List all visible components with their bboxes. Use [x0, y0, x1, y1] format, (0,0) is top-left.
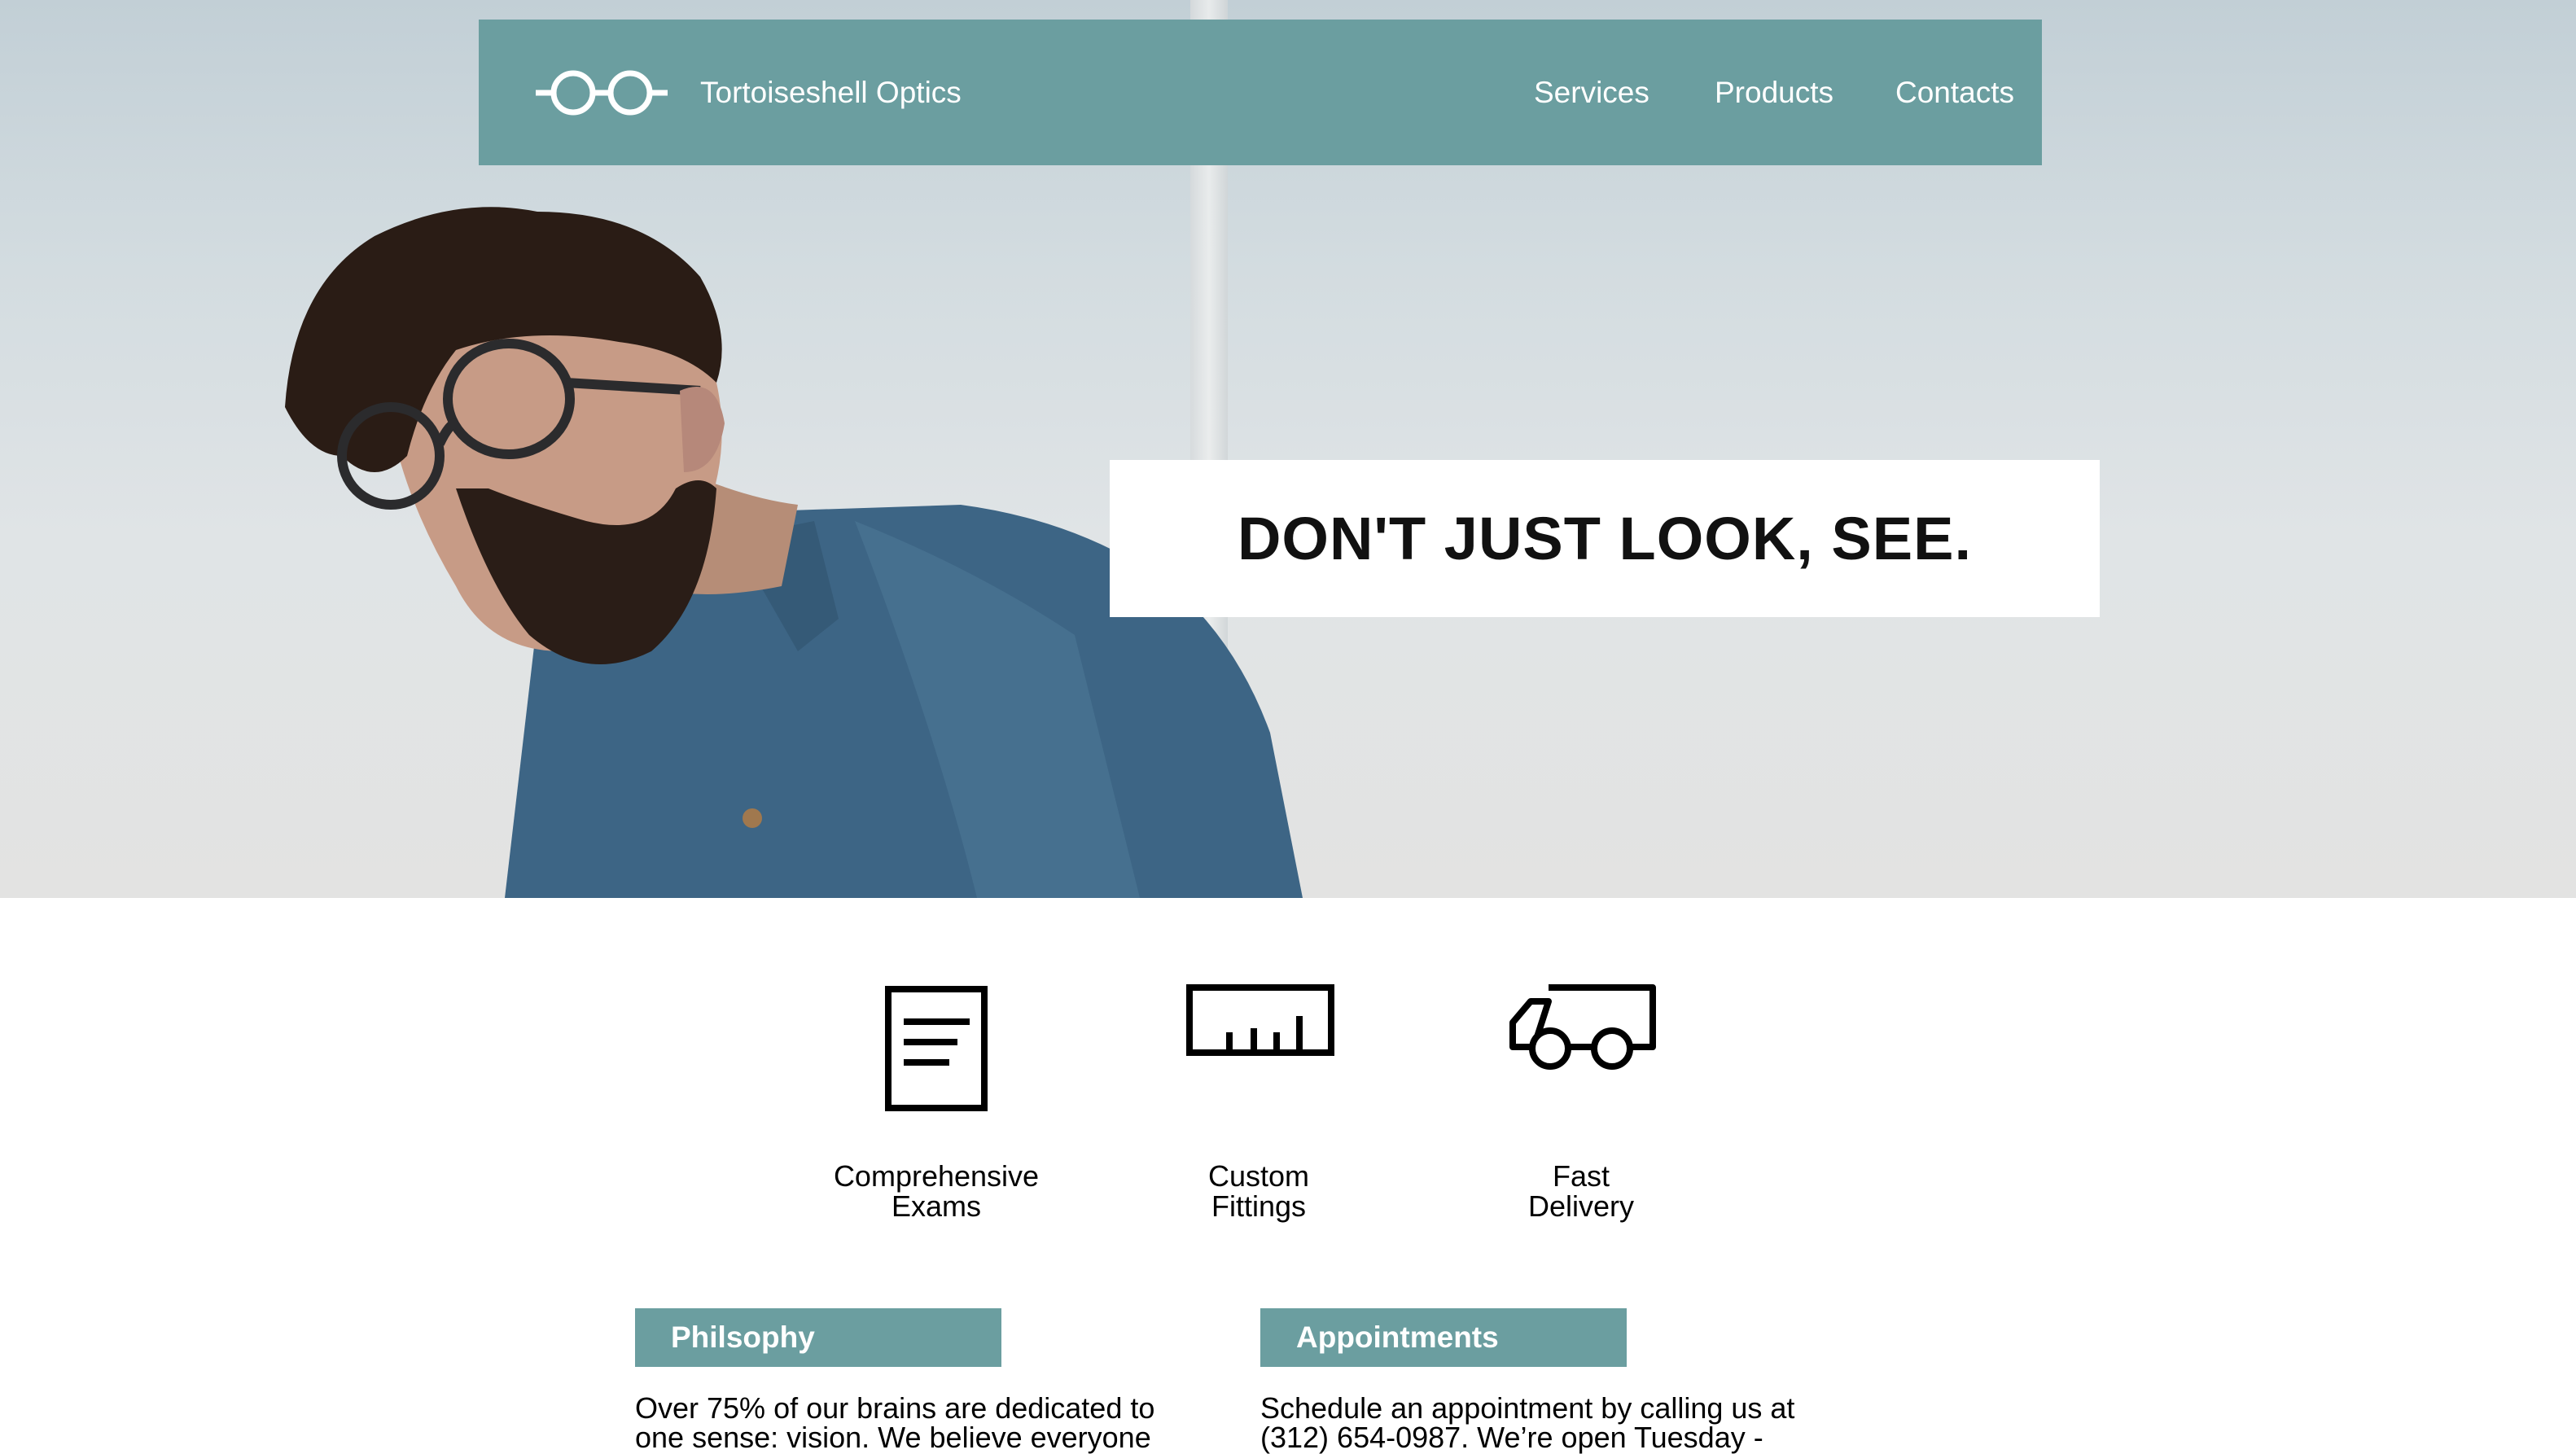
feature-exams-line2: Exams	[891, 1189, 982, 1223]
tagline-box: DON'T JUST LOOK, SEE.	[1110, 460, 2100, 617]
appointments-line1: Schedule an appointment by calling us at	[1260, 1391, 1795, 1425]
nav-services[interactable]: Services	[1534, 20, 1649, 165]
feature-delivery-line1: Fast	[1552, 1159, 1610, 1193]
truck-icon	[1509, 984, 1656, 1070]
philosophy-line2: one sense: vision. We believe everyone	[635, 1421, 1151, 1454]
feature-delivery: Fast Delivery	[1418, 1161, 1744, 1221]
feature-exams-line1: Comprehensive	[833, 1159, 1040, 1193]
philosophy-text: Over 75% of our brains are dedicated to …	[635, 1394, 1189, 1452]
appointments-header: Appointments	[1260, 1308, 1627, 1367]
philosophy-line1: Over 75% of our brains are dedicated to	[635, 1391, 1155, 1425]
feature-fittings-line2: Fittings	[1211, 1189, 1307, 1223]
appointments-text: Schedule an appointment by calling us at…	[1260, 1394, 1814, 1452]
nav-products[interactable]: Products	[1715, 20, 1833, 165]
brand-name[interactable]: Tortoiseshell Optics	[700, 20, 962, 165]
appointments-line2: (312) 654-0987. We’re open Tuesday -	[1260, 1421, 1763, 1454]
feature-delivery-line2: Delivery	[1527, 1189, 1635, 1223]
philosophy-header: Philsophy	[635, 1308, 1001, 1367]
top-navbar: Tortoiseshell Optics Services Products C…	[479, 20, 2042, 165]
feature-exams: Comprehensive Exams	[773, 1161, 1099, 1221]
glasses-logo-icon[interactable]	[534, 68, 669, 117]
hero-tagline: DON'T JUST LOOK, SEE.	[1237, 505, 1973, 572]
feature-fittings-line1: Custom	[1207, 1159, 1310, 1193]
document-icon	[885, 986, 988, 1111]
ruler-icon	[1186, 984, 1334, 1056]
nav-contacts[interactable]: Contacts	[1895, 20, 2014, 165]
feature-fittings: Custom Fittings	[1096, 1161, 1422, 1221]
